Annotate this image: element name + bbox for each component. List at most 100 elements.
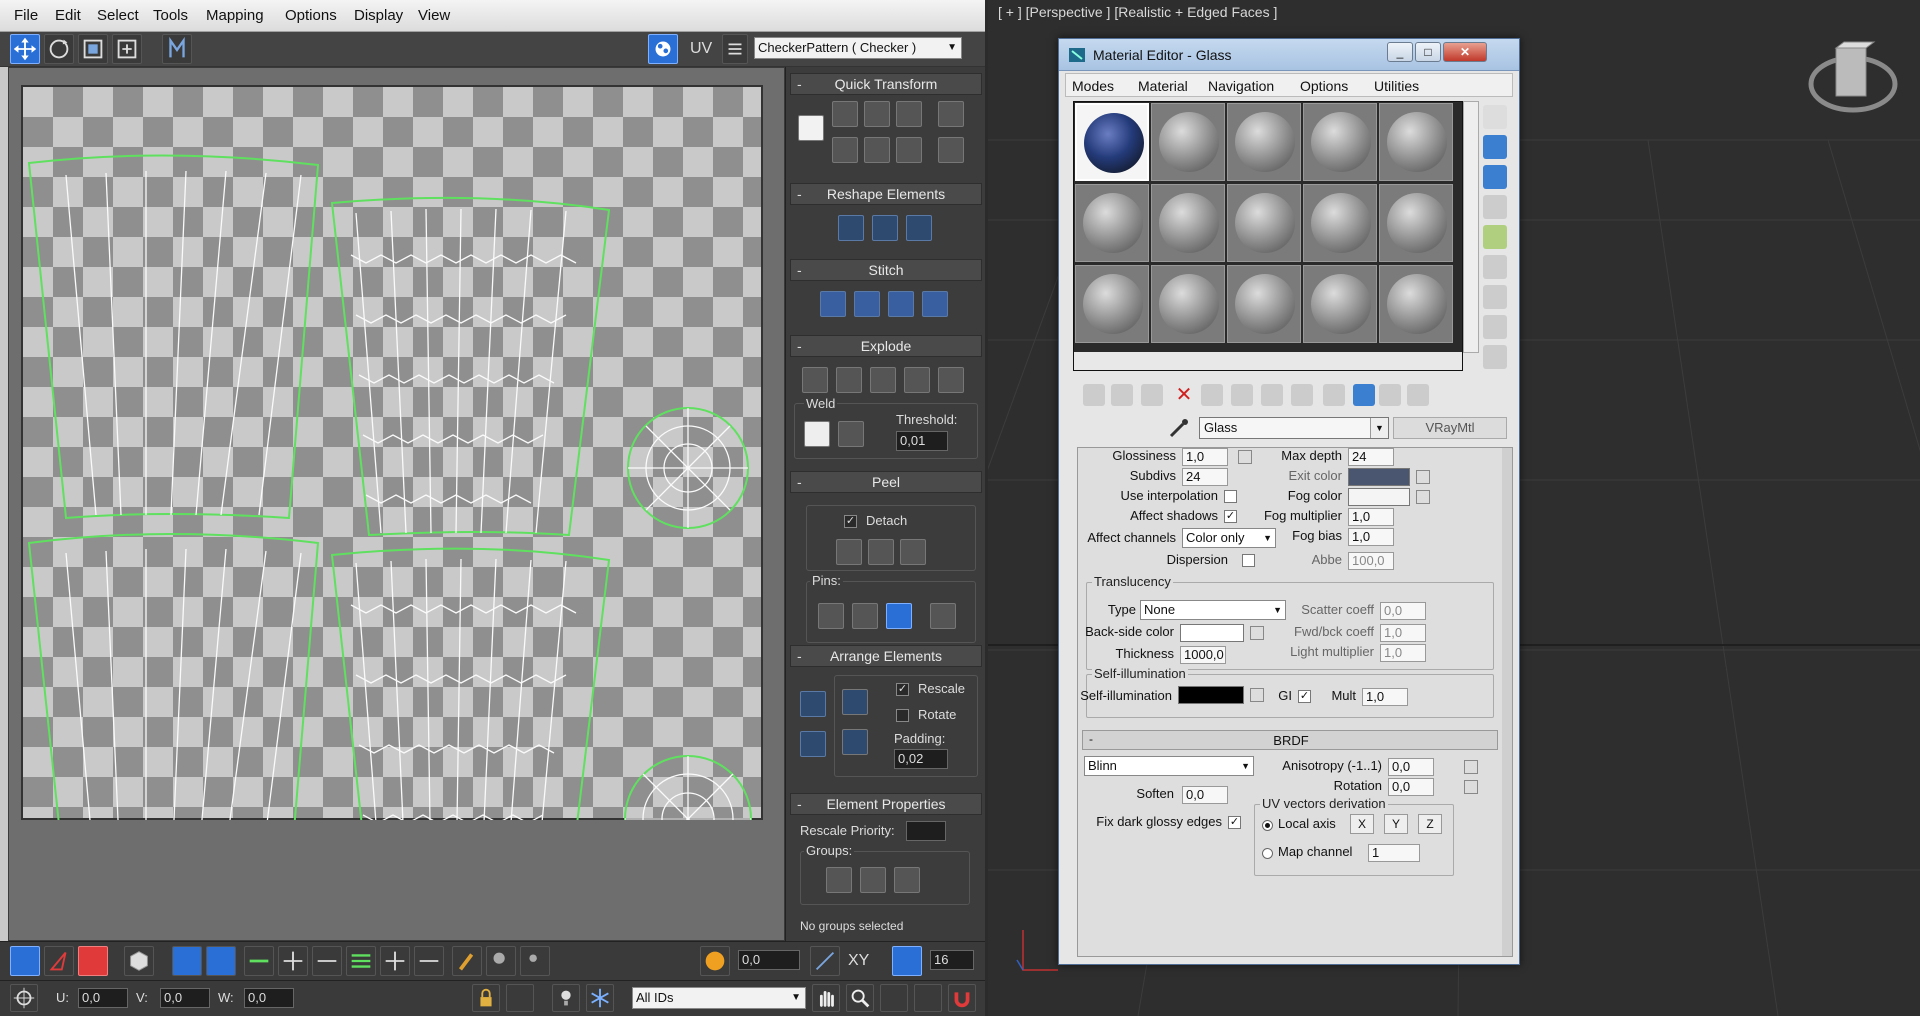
zoom-region-icon[interactable] (880, 984, 908, 1012)
auto-pin-icon[interactable] (886, 603, 912, 629)
select-face-icon[interactable] (78, 946, 108, 976)
texture-dropdown[interactable]: CheckerPattern ( Checker ) ▼ (754, 37, 962, 59)
material-id-icon[interactable] (1291, 384, 1313, 406)
grow-loop-icon[interactable] (278, 946, 308, 976)
anisotropy-map-button[interactable] (1464, 760, 1478, 774)
rollout-peel[interactable]: - Peel (790, 471, 982, 493)
go-to-parent-icon[interactable] (1379, 384, 1401, 406)
freeze-icon[interactable] (586, 984, 614, 1012)
select-edge-icon[interactable] (44, 946, 74, 976)
u-field[interactable]: 0,0 (78, 988, 128, 1008)
rotate-tool-icon[interactable] (44, 34, 74, 64)
detach-checkbox[interactable]: ✓ (844, 515, 857, 528)
stitch-average-icon[interactable] (888, 291, 914, 317)
rollout-reshape-elements[interactable]: - Reshape Elements (790, 183, 982, 205)
reset-material-icon[interactable]: ✕ (1173, 384, 1195, 406)
options-list-icon[interactable] (722, 34, 748, 64)
uv-shell-cap-top[interactable] (627, 407, 749, 529)
rotate-ccw-icon[interactable] (896, 137, 922, 163)
maximize-button[interactable]: □ (1415, 42, 1441, 62)
weld-target-icon[interactable] (804, 421, 830, 447)
menu-mapping[interactable]: Mapping (206, 7, 264, 24)
material-map-navigator-icon[interactable] (1483, 345, 1507, 369)
zoom-extents-icon[interactable] (914, 984, 942, 1012)
sample-slot[interactable] (1303, 265, 1377, 343)
pivot-center-icon[interactable] (798, 115, 824, 141)
align-horizontal-icon[interactable] (832, 101, 858, 127)
sample-slot[interactable] (1151, 184, 1225, 262)
mirror-tool-icon[interactable] (162, 34, 192, 64)
absolute-offset-icon[interactable] (10, 984, 38, 1012)
uv-tiling-icon[interactable] (1483, 195, 1507, 219)
straighten-icon[interactable] (864, 101, 890, 127)
translucency-type-dropdown[interactable]: None ▼ (1140, 600, 1286, 620)
grow-ring-icon[interactable] (380, 946, 410, 976)
align-vertical-icon[interactable] (832, 137, 858, 163)
pack-together-icon[interactable] (842, 689, 868, 715)
pick-material-eyedropper-icon[interactable] (1167, 417, 1191, 439)
zoom-icon[interactable] (846, 984, 874, 1012)
rotate-checkbox[interactable] (896, 709, 909, 722)
video-color-check-icon[interactable] (1483, 225, 1507, 249)
show-map-in-viewport-icon[interactable] (1323, 384, 1345, 406)
select-pinned-icon[interactable] (930, 603, 956, 629)
sample-slot[interactable] (1075, 265, 1149, 343)
rollout-quick-transform[interactable]: - Quick Transform (790, 73, 982, 95)
rollout-stitch[interactable]: - Stitch (790, 259, 982, 281)
falloff-space-label[interactable]: XY (848, 952, 869, 970)
sample-slot[interactable] (1379, 103, 1453, 181)
pack-normalize-icon[interactable] (800, 731, 826, 757)
rollout-explode[interactable]: - Explode (790, 335, 982, 357)
menu-modes[interactable]: Modes (1072, 78, 1114, 94)
chevron-down-icon[interactable]: ▼ (1370, 418, 1388, 438)
show-map-icon[interactable] (648, 34, 678, 64)
select-element-icon[interactable] (124, 946, 154, 976)
select-by-material-icon[interactable] (1483, 315, 1507, 339)
params-scrollbar[interactable] (1502, 448, 1512, 956)
backside-map-button[interactable] (1250, 626, 1264, 640)
use-interpolation-checkbox[interactable] (1224, 490, 1237, 503)
lock-icon[interactable] (472, 984, 500, 1012)
sample-slot[interactable] (1227, 184, 1301, 262)
sample-slot[interactable] (1151, 265, 1225, 343)
uv-shell-outer-top[interactable] (27, 154, 320, 520)
group-add-icon[interactable] (826, 867, 852, 893)
soft-selection-icon[interactable] (700, 946, 730, 976)
grid-size-field[interactable]: 16 (930, 950, 974, 970)
fwd-bck-coeff-field[interactable]: 1,0 (1380, 624, 1426, 642)
sample-slot[interactable] (1303, 184, 1377, 262)
edge-ring-icon[interactable] (346, 946, 376, 976)
axis-x-button[interactable]: X (1350, 814, 1374, 834)
uv-shell-inner-top[interactable] (330, 196, 611, 537)
stitch-custom-icon[interactable] (820, 291, 846, 317)
material-editor-titlebar[interactable]: Material Editor - Glass _ □ ✕ (1059, 39, 1519, 71)
stitch-source-icon[interactable] (854, 291, 880, 317)
shrink-loop-icon[interactable] (312, 946, 342, 976)
subdivs-field[interactable]: 24 (1182, 468, 1228, 486)
rollout-element-properties[interactable]: - Element Properties (790, 793, 982, 815)
group-remove-icon[interactable] (860, 867, 886, 893)
falloff-line-icon[interactable] (810, 946, 840, 976)
weld-selected-icon[interactable] (838, 421, 864, 447)
break-icon[interactable] (802, 367, 828, 393)
rollout-arrange-elements[interactable]: - Arrange Elements (790, 645, 982, 667)
relax-until-flat-icon[interactable] (906, 215, 932, 241)
self-illumination-map-button[interactable] (1250, 688, 1264, 702)
uv-shells-overlay[interactable] (21, 85, 763, 820)
options-icon[interactable] (1483, 285, 1507, 309)
pack-custom-icon[interactable] (800, 691, 826, 717)
rotation-field[interactable]: 0,0 (1388, 778, 1434, 796)
fog-bias-field[interactable]: 1,0 (1348, 528, 1394, 546)
explode-faces-icon[interactable] (870, 367, 896, 393)
soft-falloff-field[interactable]: 0,0 (738, 950, 800, 970)
hide-icon[interactable] (506, 984, 534, 1012)
threshold-spinner[interactable]: 0,01 (896, 431, 948, 451)
axis-z-button[interactable]: Z (1418, 814, 1442, 834)
pan-hand-icon[interactable] (812, 984, 840, 1012)
uv-shell-outer-bottom[interactable] (27, 533, 320, 820)
fog-multiplier-field[interactable]: 1,0 (1348, 508, 1394, 526)
vertical-scrollbar[interactable] (1463, 101, 1479, 353)
exit-color-swatch[interactable] (1348, 468, 1410, 486)
close-button[interactable]: ✕ (1443, 42, 1487, 62)
background-icon[interactable] (1483, 165, 1507, 189)
